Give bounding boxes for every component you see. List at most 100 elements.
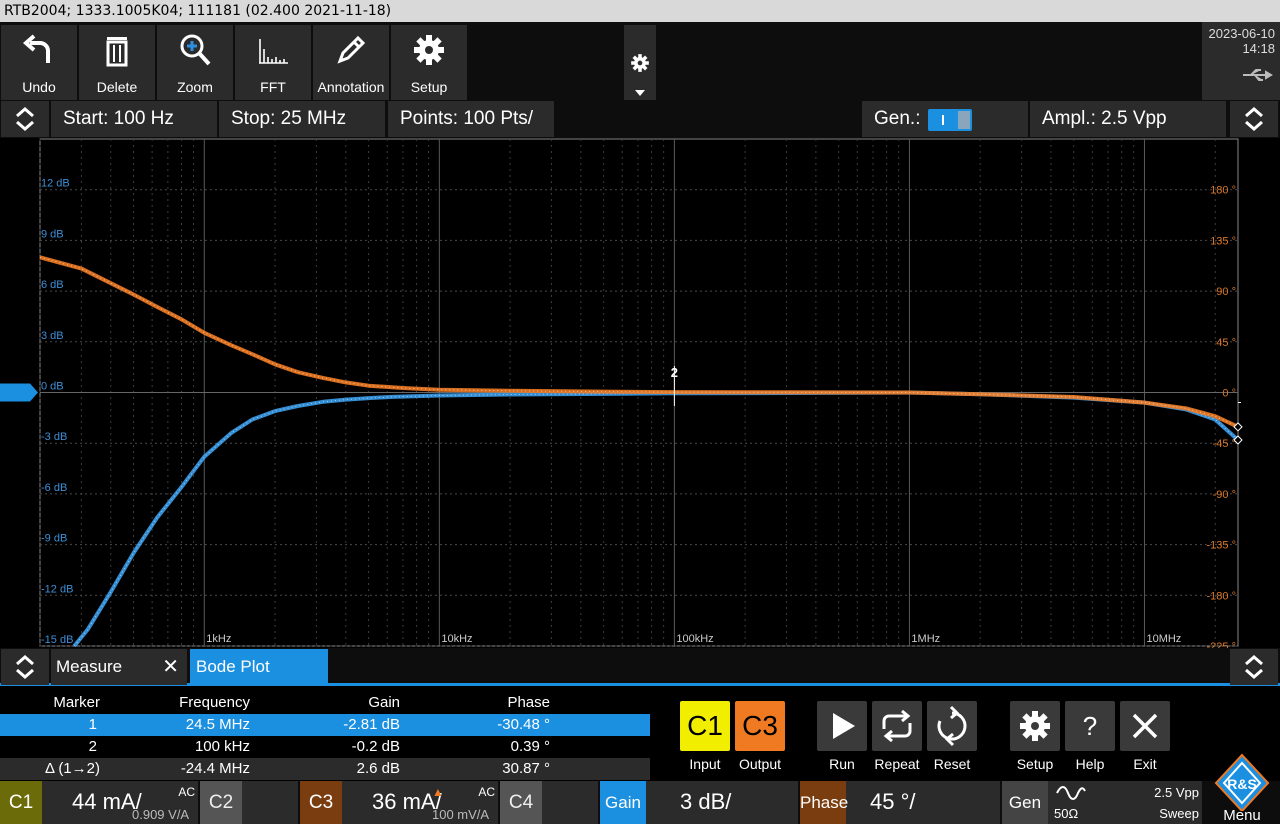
table-header: Marker Frequency Gain Phase <box>0 692 650 714</box>
param-right-scroll-button[interactable] <box>1230 101 1278 137</box>
gen-switch[interactable] <box>928 109 972 131</box>
setup-button[interactable]: Setup <box>391 25 467 100</box>
row-frequency: 24.5 MHz <box>185 716 250 733</box>
bode-chart: 12 dB 9 dB 6 dB 3 dB 0 dB -3 dB -6 dB -9 dB -12 … <box>0 138 1243 653</box>
amplitude-setting[interactable]: Ampl.: 2.5 Vpp <box>1030 101 1226 137</box>
gen-tag: Gen <box>1002 781 1048 824</box>
pencil-icon <box>337 35 366 64</box>
tab-measure[interactable]: Measure ✕ <box>51 649 187 685</box>
row-phase: 0.39 ° <box>510 738 550 755</box>
delete-label: Delete <box>96 79 138 95</box>
undo-arrow-icon <box>22 34 50 63</box>
date-text: 2023-06-10 <box>1208 26 1276 41</box>
header-marker: Marker <box>53 694 100 711</box>
channel-c1-status[interactable]: C1 44 mA/ AC 0.909 V/A <box>0 781 198 824</box>
gain-axis-tick-label: -6 dB <box>41 482 67 494</box>
close-icon[interactable]: ✕ <box>162 649 179 685</box>
lower-right-scroll-button[interactable] <box>1230 649 1278 685</box>
bode-controls: C1 Input C3 Output Run Repeat Reset Setu… <box>650 689 1280 781</box>
gen-label: Gen.: <box>874 108 921 129</box>
row-gain: 2.6 dB <box>356 760 400 777</box>
zoom-label: Zoom <box>177 79 213 95</box>
undo-button[interactable]: Undo <box>1 25 77 100</box>
reset-label: Reset <box>933 756 971 772</box>
gain-axis-tick-label: -12 dB <box>41 583 73 595</box>
exit-button[interactable] <box>1120 701 1170 751</box>
bode-setup-button[interactable] <box>1010 701 1060 751</box>
zoom-button[interactable]: Zoom <box>157 25 233 100</box>
row-phase: 30.87 ° <box>502 760 550 777</box>
up-down-arrows-icon <box>16 107 34 131</box>
param-scroll-button[interactable] <box>1 101 49 137</box>
generator-status[interactable]: Gen 50Ω 2.5 Vpp Sweep <box>1002 781 1202 824</box>
frequency-tick-label: 1MHz <box>911 633 940 645</box>
gain-axis-tick-label: 3 dB <box>41 330 64 342</box>
marker-table: Marker Frequency Gain Phase 1 24.5 MHz -… <box>0 689 650 781</box>
generator-toggle[interactable]: Gen.: <box>862 101 1028 137</box>
phase-scale-status[interactable]: Phase 45 °/ <box>800 781 1000 824</box>
phase-axis-tick-label: 180 ° <box>1210 185 1236 197</box>
phase-axis-tick-label: 0 ° <box>1222 388 1236 400</box>
run-button[interactable] <box>817 701 867 751</box>
up-down-arrows-icon <box>16 655 34 679</box>
lower-scroll-button[interactable] <box>1 649 49 685</box>
small-gear-icon <box>631 54 649 72</box>
setup-label: Setup <box>410 79 448 95</box>
zoom-in-icon <box>180 34 211 66</box>
rs-logo-text: R&S <box>1227 776 1257 792</box>
points-setting[interactable]: Points: 100 Pts/ <box>388 101 554 137</box>
channel-c2-status[interactable]: C2 <box>200 781 298 824</box>
gen-mode: Sweep <box>1159 806 1199 821</box>
row-frequency: -24.4 MHz <box>180 760 250 777</box>
c1-tag: C1 <box>0 781 42 824</box>
trash-icon <box>106 37 128 67</box>
reset-button[interactable] <box>927 701 977 751</box>
rs-logo: R&S <box>1214 753 1270 813</box>
bode-plot-area[interactable]: 12 dB 9 dB 6 dB 3 dB 0 dB -3 dB -6 dB -9 dB -12 … <box>0 138 1280 653</box>
date-time-panel: 2023-06-10 14:18 <box>1202 22 1280 100</box>
input-label: Input <box>689 756 721 772</box>
setup-label: Setup <box>1016 756 1054 772</box>
stop-frequency[interactable]: Stop: 25 MHz <box>219 101 385 137</box>
gain-axis-tick-label: 6 dB <box>41 279 64 291</box>
delete-button[interactable]: Delete <box>79 25 155 100</box>
repeat-button[interactable] <box>872 701 922 751</box>
frequency-tick-label: 10kHz <box>441 633 472 645</box>
marker-2-label: 2 <box>671 365 678 380</box>
input-channel-button[interactable]: C1 <box>680 701 730 751</box>
channel-c3-status[interactable]: C3 36 mA/ ▲ AC 100 mV/A <box>300 781 498 824</box>
toolbar-settings-button[interactable] <box>624 25 656 100</box>
phase-scale: 45 °/ <box>870 789 916 814</box>
phase-axis-tick-label: -180 ° <box>1207 590 1236 602</box>
play-icon <box>833 713 855 739</box>
row-gain: -2.81 dB <box>343 716 400 733</box>
annotation-button[interactable]: Annotation <box>313 25 389 100</box>
close-icon <box>1132 713 1158 739</box>
gain-axis-tick-label: -15 dB <box>41 634 73 646</box>
gain-trace-points <box>73 391 1239 647</box>
help-button[interactable]: ? <box>1065 701 1115 751</box>
up-down-arrows-icon <box>1245 655 1263 679</box>
table-row[interactable]: Δ (1→2) -24.4 MHz 2.6 dB 30.87 ° <box>0 758 650 780</box>
gain-scale-status[interactable]: Gain 3 dB/ <box>600 781 798 824</box>
gear-icon <box>414 35 444 65</box>
up-down-arrows-icon <box>1245 107 1263 131</box>
sweep-parameter-bar: Start: 100 Hz Stop: 25 MHz Points: 100 P… <box>0 100 1280 138</box>
start-frequency[interactable]: Start: 100 Hz <box>51 101 217 137</box>
exit-label: Exit <box>1133 756 1157 772</box>
channel-c4-status[interactable]: C4 <box>500 781 598 824</box>
gain-tag: Gain <box>600 781 646 824</box>
toolbar: Undo Delete Zoom FFT Annotation Setup <box>0 22 1280 100</box>
fft-button[interactable]: FFT <box>235 25 311 100</box>
main-menu-button[interactable]: R&S Menu <box>1204 749 1280 824</box>
c3-coupling: AC <box>478 785 495 799</box>
menu-label: Menu <box>1223 807 1261 824</box>
phase-axis-tick-label: 45 ° <box>1216 337 1236 349</box>
tab-bode-plot[interactable]: Bode Plot <box>190 649 328 686</box>
table-row[interactable]: 2 100 kHz -0.2 dB 0.39 ° <box>0 736 650 758</box>
gain-reference-tag <box>0 383 38 402</box>
output-channel-button[interactable]: C3 <box>735 701 785 751</box>
table-row[interactable]: 1 24.5 MHz -2.81 dB -30.48 ° <box>0 714 650 736</box>
tab-measure-label: Measure <box>56 657 123 676</box>
repeat-icon <box>882 709 912 743</box>
